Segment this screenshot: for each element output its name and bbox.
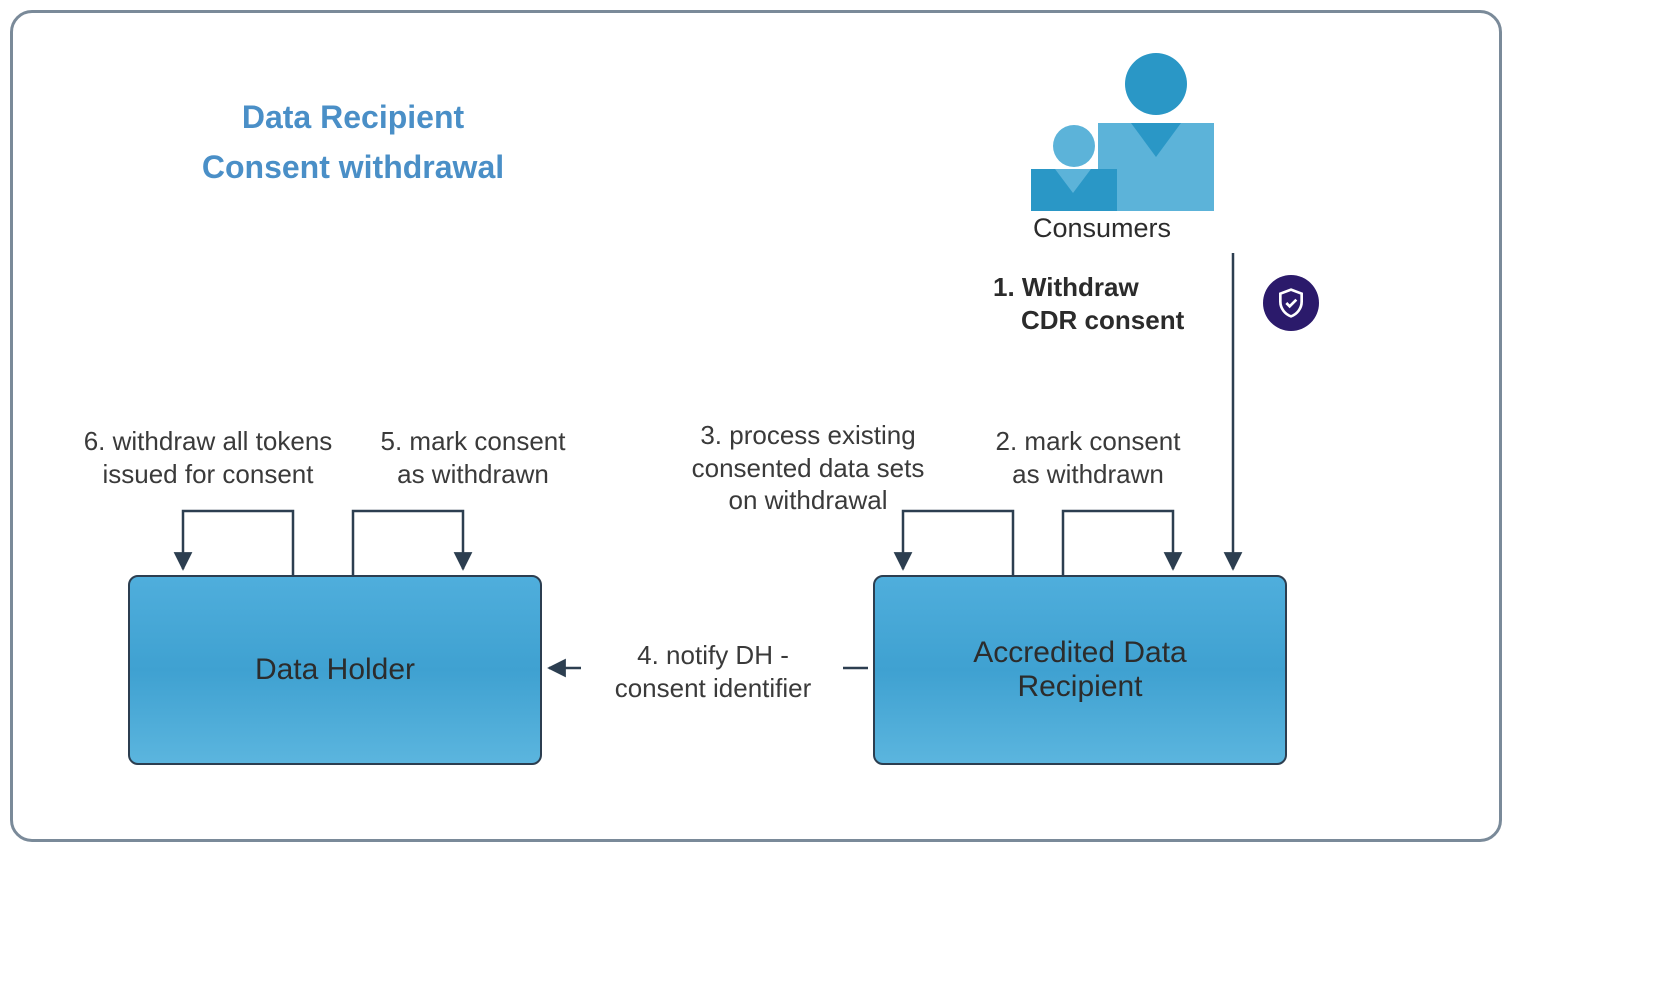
step-4-line-2: consent identifier xyxy=(615,673,812,703)
person-large-head-icon xyxy=(1125,53,1187,115)
step-2-line-2: as withdrawn xyxy=(1012,459,1164,489)
step-3-line-1: 3. process existing xyxy=(700,420,915,450)
step-6-label: 6. withdraw all tokens issued for consen… xyxy=(58,425,358,490)
arrow-step-2 xyxy=(1063,511,1173,575)
shield-check-icon xyxy=(1263,275,1319,331)
arrow-step-3 xyxy=(903,511,1013,575)
step-5-label: 5. mark consent as withdrawn xyxy=(358,425,588,490)
step-1-line-1: Withdraw xyxy=(1022,272,1139,302)
step-2-line-1: 2. mark consent xyxy=(996,426,1181,456)
arrow-step-6 xyxy=(183,511,293,575)
adr-label-line-2: Recipient xyxy=(1017,670,1142,703)
step-4-label: 4. notify DH - consent identifier xyxy=(583,639,843,704)
consumers-label: Consumers xyxy=(1033,213,1171,244)
data-holder-label: Data Holder xyxy=(255,653,415,687)
title-line-1: Data Recipient xyxy=(242,99,464,135)
diagram-frame: Data Recipient Consent withdrawal Consum… xyxy=(10,10,1502,842)
data-holder-box: Data Holder xyxy=(128,575,542,765)
step-1-label: 1. Withdraw CDR consent xyxy=(993,271,1223,336)
step-4-line-1: 4. notify DH - xyxy=(637,640,789,670)
step-5-line-1: 5. mark consent xyxy=(381,426,566,456)
adr-label-line-1: Accredited Data xyxy=(973,636,1186,669)
step-2-label: 2. mark consent as withdrawn xyxy=(973,425,1203,490)
step-3-line-2: consented data sets xyxy=(692,453,925,483)
diagram-title: Data Recipient Consent withdrawal xyxy=(143,93,563,192)
step-3-label: 3. process existing consented data sets … xyxy=(668,419,948,517)
title-line-2: Consent withdrawal xyxy=(202,149,504,185)
consumers-icon xyxy=(1013,53,1213,213)
step-1-number: 1. xyxy=(993,272,1015,302)
person-small-head-icon xyxy=(1053,125,1095,167)
step-1-line-2: CDR consent xyxy=(1021,305,1184,335)
arrow-step-5 xyxy=(353,511,463,575)
person-large-collar-icon xyxy=(1131,123,1181,157)
step-3-line-3: on withdrawal xyxy=(729,485,888,515)
step-6-line-2: issued for consent xyxy=(102,459,313,489)
accredited-data-recipient-box: Accredited Data Recipient xyxy=(873,575,1287,765)
step-5-line-2: as withdrawn xyxy=(397,459,549,489)
step-6-line-1: 6. withdraw all tokens xyxy=(84,426,333,456)
person-small-collar-icon xyxy=(1055,169,1091,193)
